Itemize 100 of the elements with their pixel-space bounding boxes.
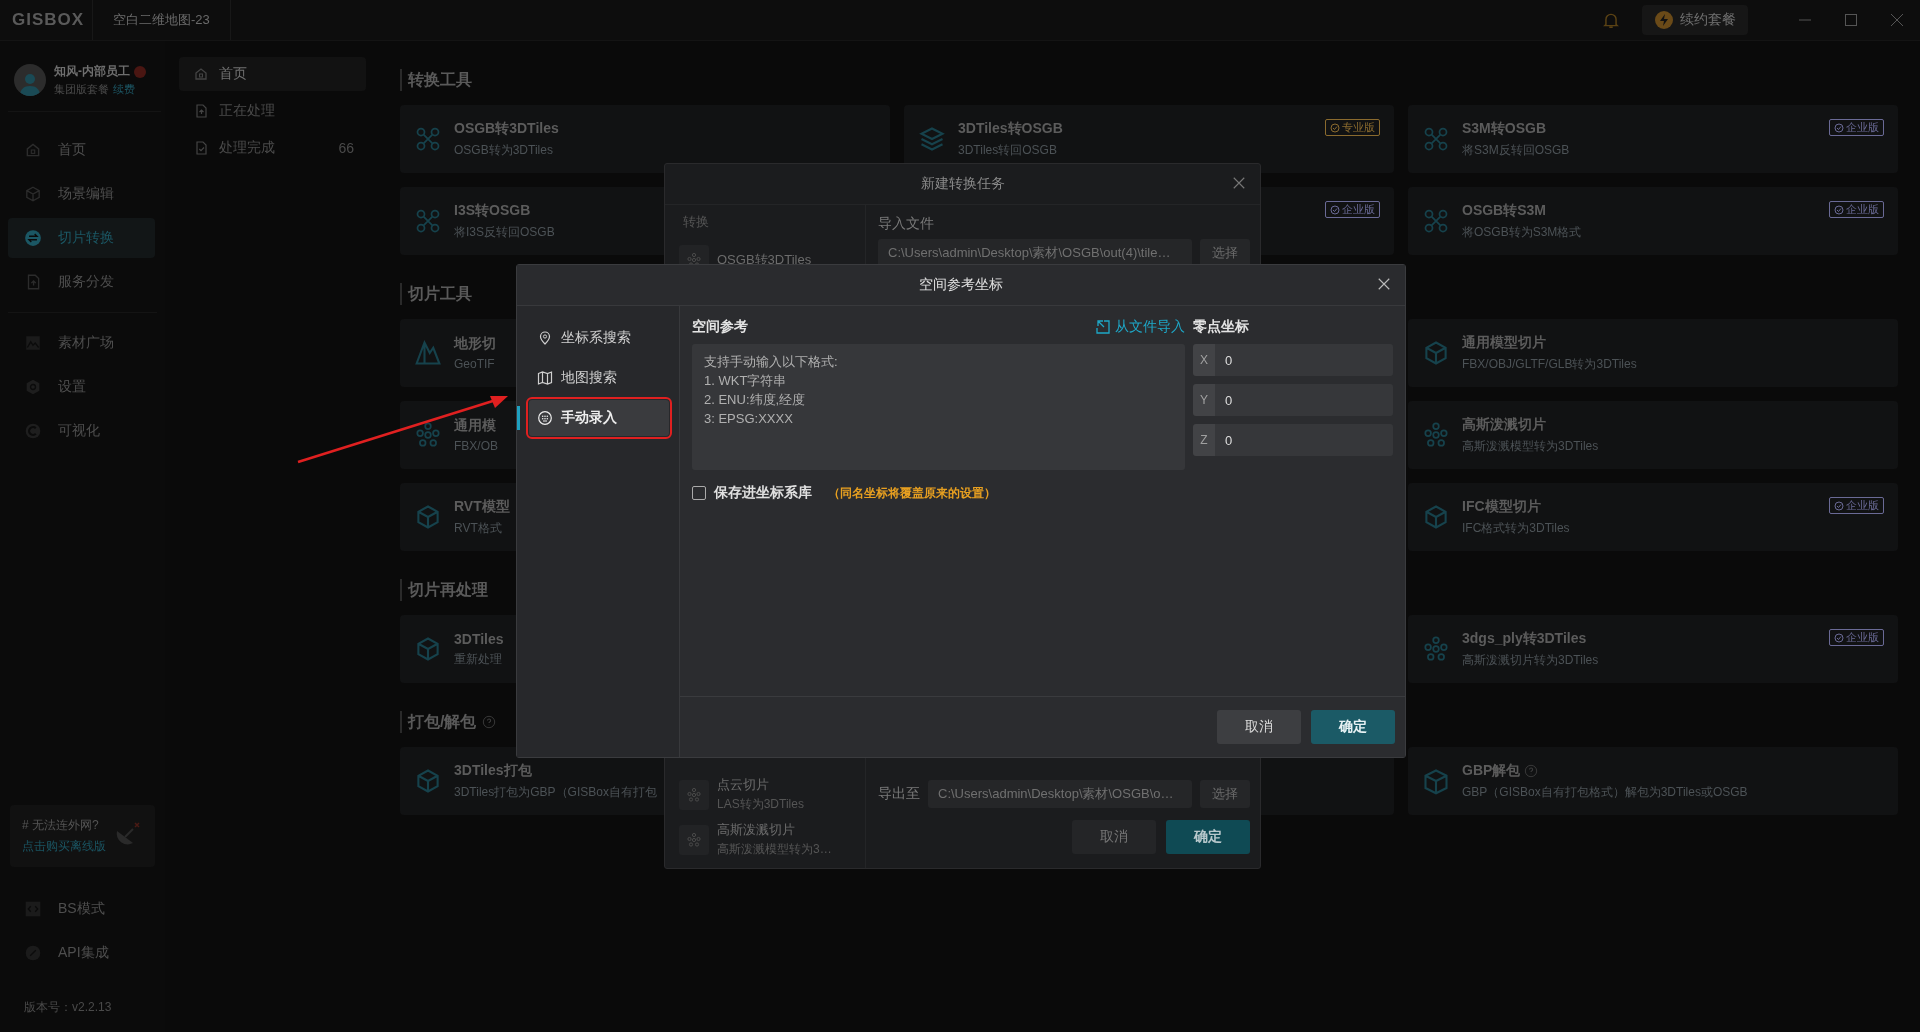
section-title: 切片再处理 [408,579,488,600]
cancel-button[interactable]: 取消 [1072,820,1156,854]
card-subtitle: GeoTIF [454,357,496,371]
sidebar-item[interactable]: 设置 [8,367,155,407]
cube-icon [414,503,442,531]
close-icon[interactable] [1377,277,1391,291]
file-check-icon [193,140,209,156]
bell-icon[interactable] [1602,11,1620,29]
tool-card[interactable]: IFC模型切片 IFC格式转为3DTiles 企业版 [1408,483,1898,551]
card-subtitle: 将S3M反转回OSGB [1462,141,1570,159]
card-title: OSGB转S3M [1462,201,1546,220]
tip-title: # 无法连外网? [22,817,100,834]
renew-link[interactable]: 续费 [113,83,135,95]
confirm-button[interactable]: 确定 [1311,710,1395,744]
card-title: 3dgs_ply转3DTiles [1462,629,1587,648]
sidebar-item[interactable]: 素材广场 [8,323,155,363]
maximize-icon[interactable] [1843,12,1859,28]
layers-icon [918,125,946,153]
card-subtitle: OSGB转为3DTiles [454,141,554,159]
card-subtitle: 高斯泼溅切片转为3DTiles [1462,651,1599,669]
dots-icon [686,831,702,848]
close-icon[interactable] [1232,176,1246,190]
plan-name: 集团版套餐 [54,83,109,95]
edition-badge: 企业版 [1829,497,1884,514]
confirm-button[interactable]: 确定 [1166,820,1250,854]
dots-icon [1422,421,1450,449]
axis-label: X [1193,344,1215,376]
avatar[interactable] [14,64,46,96]
swap-icon [24,229,42,247]
overwrite-note: （同名坐标将覆盖原来的设置） [828,484,996,502]
tool-card[interactable]: 通用模型切片 FBX/OBJ/GLTF/GLB转为3DTiles [1408,319,1898,387]
axis-label: Y [1193,384,1215,416]
help-icon[interactable] [482,715,497,729]
import-from-file-link[interactable]: 从文件导入 [1095,318,1185,336]
sidebar-item[interactable]: API集成 [8,933,155,973]
coordinate-field[interactable]: 0 [1215,424,1393,456]
sidebar-item[interactable]: 首页 [8,130,155,170]
cancel-button[interactable]: 取消 [1217,710,1301,744]
field-label: 空间参考 [692,318,748,336]
card-subtitle: 重新处理 [454,650,503,668]
card-title: I3S转OSGB [454,201,531,220]
offline-tip-card[interactable]: # 无法连外网? 点击购买离线版 [10,805,155,867]
card-title: S3M转OSGB [1462,119,1546,138]
nodes-icon [1422,125,1450,153]
sidebar-item[interactable]: 服务分发 [8,262,155,302]
card-subtitle: FBX/OBJ/GLTF/GLB转为3DTiles [1462,355,1637,373]
dialog-nav-item[interactable]: 地图搜索 [529,360,669,396]
sidebar-item[interactable]: 可视化 [8,411,155,451]
card-subtitle: GBP（GISBox自有打包格式）解包为3DTiles或OSGB [1462,783,1748,801]
task-nav-item[interactable]: 正在处理 [179,94,366,128]
dots-icon [686,786,702,803]
tool-card[interactable]: 3dgs_ply转3DTiles 高斯泼溅切片转为3DTiles 企业版 [1408,615,1898,683]
dialog-title: 新建转换任务 [920,175,1005,193]
document-tab[interactable]: 空白二维地图-23 [92,0,231,40]
card-subtitle: 高斯泼溅模型转为3DTiles [1462,437,1599,455]
spatial-reference-input[interactable]: 支持手动输入以下格式: 1. WKT字符串 2. ENU:纬度,经度 3: EPSG:XXXX [692,344,1185,470]
nodes-icon [414,207,442,235]
help-icon[interactable] [1524,763,1539,778]
section-title: 转换工具 [408,69,472,90]
tool-card[interactable]: 高斯泼溅切片 高斯泼溅模型转为3DTiles [1408,401,1898,469]
tool-card[interactable]: OSGB转3DTiles OSGB转为3DTiles [400,105,890,173]
card-subtitle: FBX/OB [454,439,498,453]
edition-badge: 专业版 [1325,119,1380,136]
tool-list-item[interactable]: 高斯泼溅切片 [717,821,832,839]
select-button[interactable]: 选择 [1200,780,1250,808]
tool-card[interactable]: GBP解包 GBP（GISBox自有打包格式）解包为3DTiles或OSGB [1408,747,1898,815]
checkbox[interactable] [692,486,706,500]
card-title: IFC模型切片 [1462,497,1541,516]
task-nav-item[interactable]: 首页 [179,57,366,91]
card-title: RVT模型 [454,497,510,516]
home-icon [24,141,42,159]
card-subtitle: 将OSGB转为S3M格式 [1462,223,1582,241]
dots-icon [1422,635,1450,663]
card-title: OSGB转3DTiles [454,119,559,138]
renew-plan-button[interactable]: 续约套餐 [1642,5,1748,35]
coordinate-field[interactable]: 0 [1215,384,1393,416]
export-path-field[interactable]: C:\Users\admin\Desktop\素材\OSGB\o… [928,780,1192,808]
card-subtitle: 将I3S反转回OSGB [454,223,555,241]
import-path-field[interactable]: C:\Users\admin\Desktop\素材\OSGB\out(4)\tile… [878,239,1192,267]
coordinate-field[interactable]: 0 [1215,344,1393,376]
sidebar-item[interactable]: BS模式 [8,889,155,929]
tool-list-item[interactable]: 点云切片 [717,776,804,794]
card-title: 3DTiles转OSGB [958,119,1063,138]
sidebar-item[interactable]: 切片转换 [8,218,155,258]
checkbox-label: 保存进坐标系库 [714,484,812,502]
buy-offline-link[interactable]: 点击购买离线版 [22,838,143,855]
edition-badge: 企业版 [1325,201,1380,218]
tool-card[interactable]: S3M转OSGB 将S3M反转回OSGB 企业版 [1408,105,1898,173]
card-subtitle: IFC格式转为3DTiles [1462,519,1570,537]
card-title: GBP解包 [1462,761,1521,780]
sidebar-item[interactable]: 场景编辑 [8,174,155,214]
tool-card[interactable]: OSGB转S3M 将OSGB转为S3M格式 企业版 [1408,187,1898,255]
keypad-icon [537,410,553,426]
map-icon [537,370,553,386]
select-button[interactable]: 选择 [1200,239,1250,267]
section-title: 打包/解包 [408,711,477,732]
terrain-icon [414,339,442,367]
task-nav-item[interactable]: 处理完成 66 [179,131,366,165]
dialog-nav-item[interactable]: 坐标系搜索 [529,320,669,356]
card-subtitle: RVT格式 [454,519,503,537]
